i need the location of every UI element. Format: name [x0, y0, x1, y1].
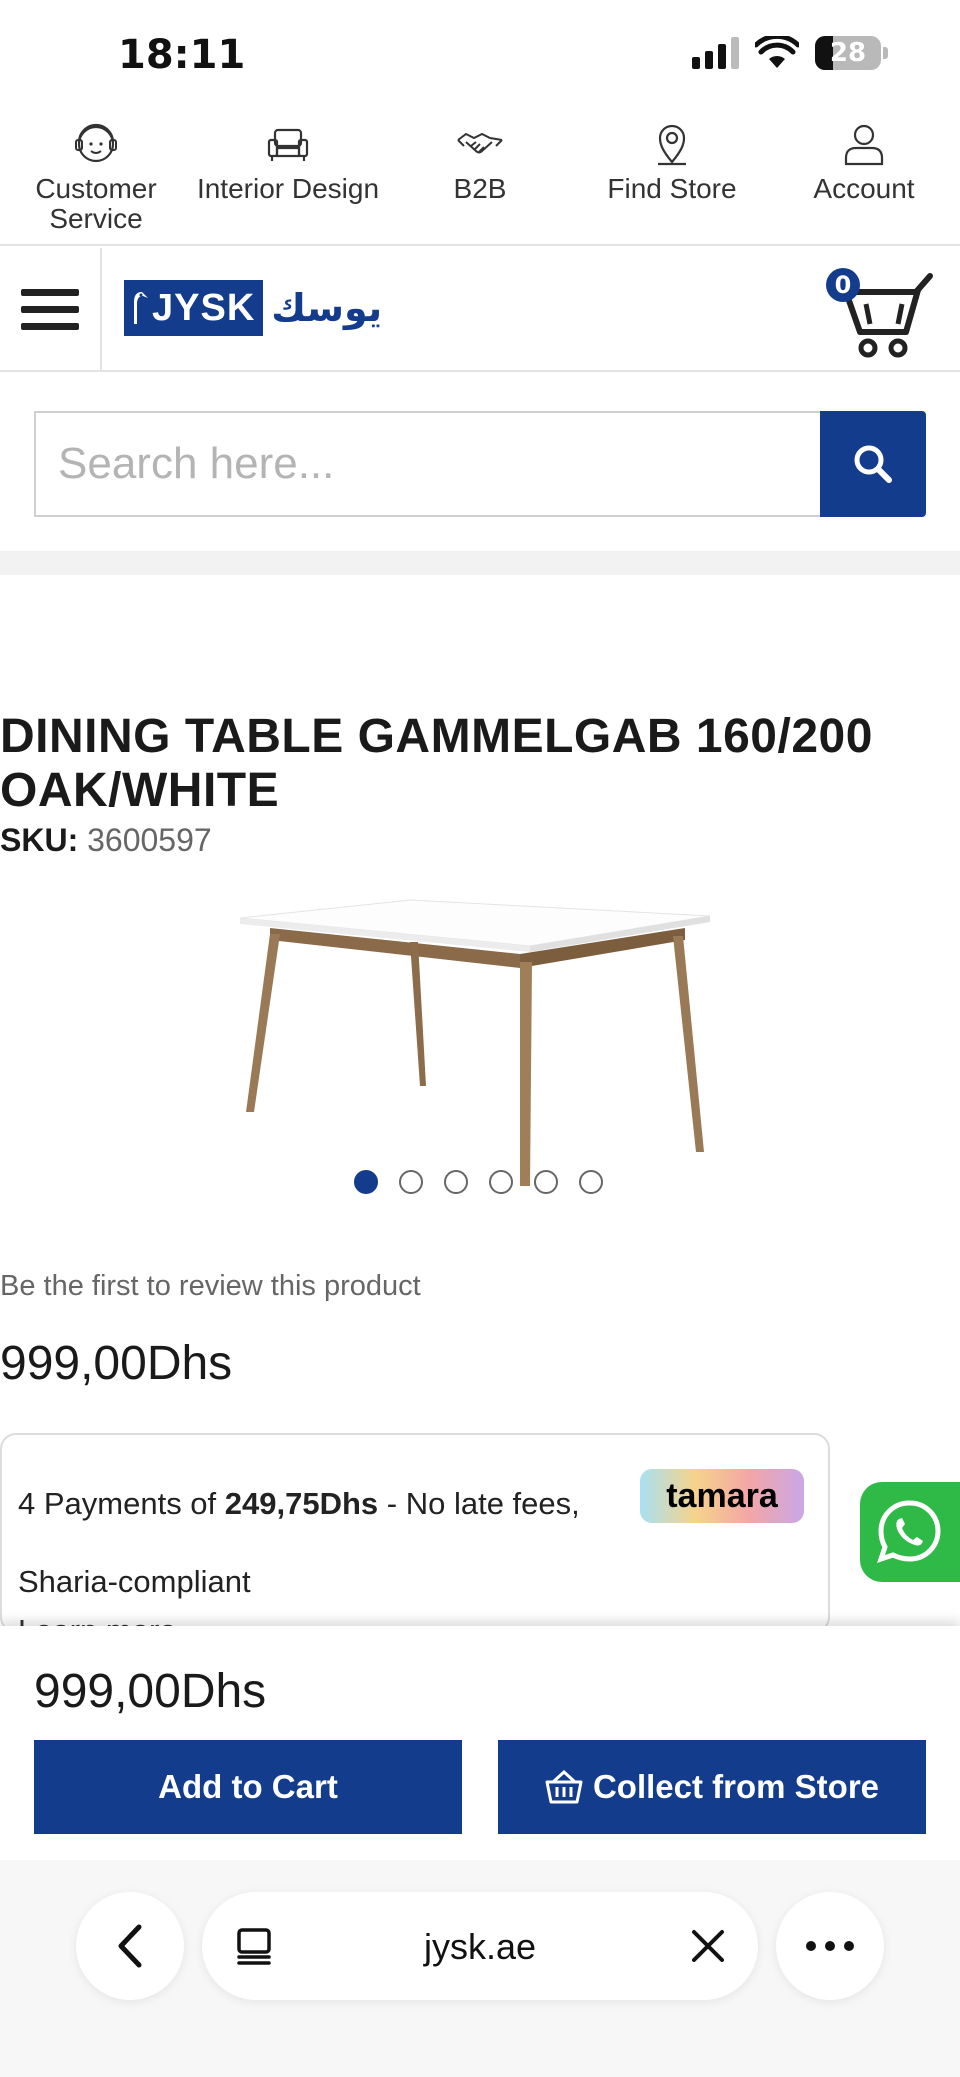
- logo-box: JYSK: [124, 280, 264, 336]
- tamara-line2: Sharia-compliant: [18, 1564, 251, 1599]
- collect-from-store-button[interactable]: Collect from Store: [498, 1740, 926, 1834]
- browser-url-text: jysk.ae: [423, 1926, 537, 1967]
- nav-label: Account: [813, 173, 915, 204]
- status-icons: 28: [692, 36, 888, 70]
- product-sku: SKU: 3600597: [0, 822, 212, 859]
- nav-label: B2B: [453, 173, 507, 204]
- close-icon[interactable]: [690, 1928, 726, 1964]
- carousel-dot[interactable]: [579, 1170, 603, 1194]
- tamara-prefix: 4 Payments of: [18, 1486, 225, 1521]
- wifi-icon: [755, 36, 799, 68]
- handshake-icon: [457, 132, 503, 154]
- site-header: JYSK يوسك 0: [0, 248, 960, 372]
- cart-count-badge: 0: [826, 268, 860, 302]
- jysk-logo[interactable]: JYSK يوسك: [124, 280, 382, 336]
- tamara-logo: tamara: [640, 1469, 804, 1523]
- battery-percentage: 28: [829, 38, 867, 68]
- image-carousel-dots: [354, 1170, 603, 1194]
- tamara-installments-box: 4 Payments of 249,75Dhs - No late fees, …: [0, 1433, 830, 1633]
- carousel-dot[interactable]: [489, 1170, 513, 1194]
- nav-account[interactable]: Account: [768, 110, 960, 244]
- tamara-amount: 249,75Dhs: [224, 1486, 379, 1521]
- customer-service-icon: [75, 123, 117, 163]
- cart-button[interactable]: 0: [826, 262, 938, 362]
- battery-icon: 28: [815, 36, 881, 70]
- status-time: 18:11: [118, 32, 246, 78]
- product-price: 999,00Dhs: [0, 1337, 233, 1390]
- status-bar: 18:11 28: [0, 0, 960, 110]
- menu-button[interactable]: [0, 248, 102, 370]
- chevron-left-icon: [118, 1924, 142, 1968]
- whatsapp-button[interactable]: [860, 1482, 960, 1582]
- sku-value: 3600597: [87, 822, 212, 858]
- tamara-text: 4 Payments of 249,75Dhs - No late fees, …: [18, 1465, 628, 1621]
- logo-arabic-text: يوسك: [271, 286, 383, 330]
- divider-band: [0, 551, 960, 575]
- search-button[interactable]: [820, 411, 926, 517]
- nav-customer-service[interactable]: Customer Service: [0, 110, 192, 244]
- search-icon: [854, 445, 892, 483]
- review-link[interactable]: Be the first to review this product: [0, 1270, 421, 1303]
- nav-label: Customer Service: [35, 173, 157, 234]
- browser-more-button[interactable]: [776, 1892, 884, 2000]
- carousel-dot[interactable]: [399, 1170, 423, 1194]
- tamara-suffix: - No late fees,: [378, 1486, 580, 1521]
- utility-nav: Customer Service Interior Design B2B Fin…: [0, 110, 960, 246]
- basket-icon: [545, 1770, 583, 1804]
- search-bar: [34, 411, 926, 517]
- logo-text: JYSK: [152, 286, 256, 329]
- browser-back-button[interactable]: [76, 1892, 184, 2000]
- search-input[interactable]: [34, 411, 820, 517]
- collect-from-store-label: Collect from Store: [592, 1768, 880, 1805]
- browser-url-bar[interactable]: jysk.ae: [202, 1892, 758, 2000]
- product-image[interactable]: [230, 890, 730, 1190]
- carousel-dot[interactable]: [354, 1170, 378, 1194]
- armchair-icon: [267, 128, 309, 161]
- sticky-price: 999,00Dhs: [34, 1665, 267, 1718]
- carousel-dot[interactable]: [444, 1170, 468, 1194]
- whatsapp-icon: [877, 1500, 941, 1563]
- nav-label: Find Store: [607, 173, 737, 204]
- cellular-signal-icon: [692, 37, 739, 69]
- add-to-cart-button[interactable]: Add to Cart: [34, 1740, 462, 1834]
- user-icon: [844, 124, 884, 166]
- nav-find-store[interactable]: Find Store: [576, 110, 768, 244]
- nav-label: Interior Design: [196, 173, 380, 204]
- sku-label: SKU:: [0, 822, 79, 858]
- location-pin-icon: [658, 124, 686, 166]
- hamburger-icon: [21, 288, 79, 296]
- nav-b2b[interactable]: B2B: [384, 110, 576, 244]
- more-dots-icon: [806, 1941, 854, 1951]
- logo-bird-icon: [134, 292, 148, 324]
- browser-toolbar: jysk.ae: [0, 1860, 960, 2077]
- product-title: DINING TABLE GAMMELGAB 160/200 OAK/WHITE: [0, 710, 873, 817]
- nav-interior-design[interactable]: Interior Design: [192, 110, 384, 244]
- carousel-dot[interactable]: [534, 1170, 558, 1194]
